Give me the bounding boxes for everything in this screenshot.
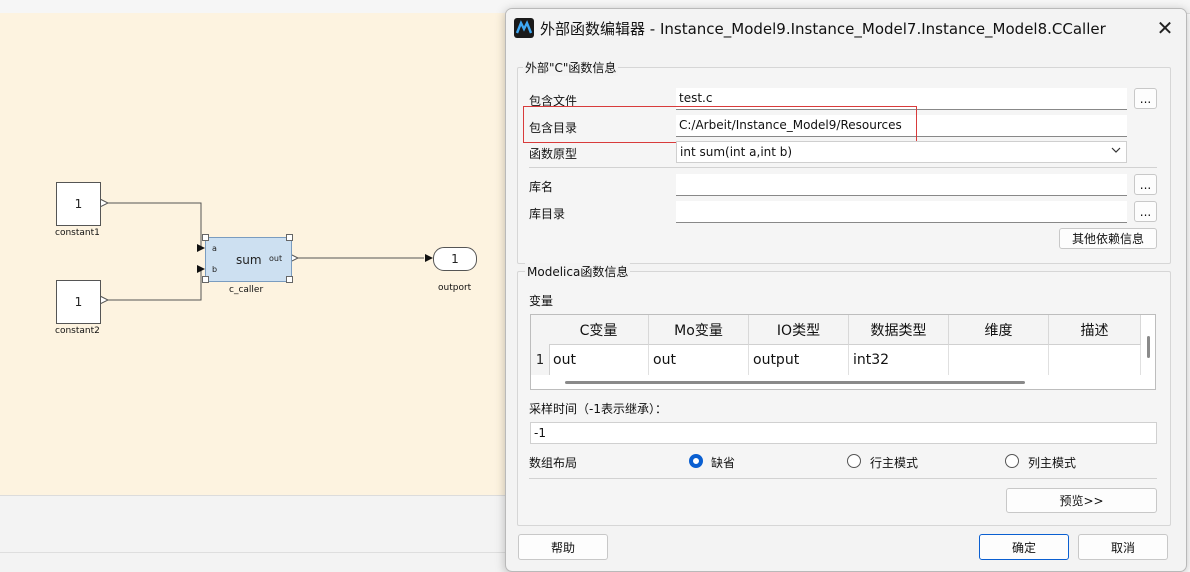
constant2-block[interactable]: 1 <box>56 280 101 324</box>
help-button[interactable]: 帮助 <box>518 534 608 560</box>
title-bar[interactable]: 外部函数编辑器 - Instance_Model9.Instance_Model… <box>506 9 1186 47</box>
sample-time-label: 采样时间（-1表示继承）： <box>529 402 667 416</box>
c-caller-label: c_caller <box>229 285 264 295</box>
port-a-label: a <box>212 244 217 253</box>
constant1-block[interactable]: 1 <box>56 182 101 226</box>
radio-default[interactable] <box>689 454 703 468</box>
close-icon[interactable]: ✕ <box>1152 15 1178 41</box>
vertical-scrollbar[interactable] <box>1147 336 1150 358</box>
include-file-browse-button[interactable]: ... <box>1134 88 1157 109</box>
port-b-label: b <box>212 265 218 274</box>
ok-button[interactable]: 确定 <box>979 534 1069 560</box>
radio-column-major-label[interactable]: 列主模式 <box>1028 454 1076 471</box>
lib-name-browse-button[interactable]: ... <box>1134 174 1157 195</box>
divider <box>529 167 1157 168</box>
cancel-button[interactable]: 取消 <box>1078 534 1168 560</box>
constant2-port-icon <box>99 295 110 305</box>
table-cell[interactable]: out <box>649 345 749 375</box>
dialog-title: 外部函数编辑器 - Instance_Model9.Instance_Model… <box>540 20 1106 38</box>
radio-row-major[interactable] <box>847 454 861 468</box>
external-function-editor-dialog: 外部函数编辑器 - Instance_Model9.Instance_Model… <box>505 8 1187 572</box>
preview-button[interactable]: 预览>> <box>1006 488 1157 513</box>
table-cell[interactable]: out <box>549 345 649 375</box>
column-header[interactable]: IO类型 <box>749 315 849 345</box>
app-logo-icon <box>514 18 534 38</box>
table-corner <box>531 315 550 346</box>
resize-handle[interactable] <box>286 234 293 241</box>
lib-dir-browse-button[interactable]: ... <box>1134 201 1157 222</box>
variables-table[interactable]: C变量 Mo变量 IO类型 数据类型 维度 描述 1 out out outpu… <box>530 314 1156 390</box>
resize-handle[interactable] <box>202 234 209 241</box>
wire-constant2 <box>108 268 202 301</box>
c-caller-block[interactable]: a b sum out <box>202 234 293 283</box>
lib-dir-field[interactable] <box>676 201 1127 223</box>
prototype-label: 函数原型 <box>529 147 578 161</box>
table-cell[interactable]: int32 <box>849 345 949 375</box>
table-cell[interactable] <box>1049 345 1141 375</box>
c-function-group-title: 外部"C"函数信息 <box>523 59 619 76</box>
highlight-box <box>523 106 917 143</box>
column-header[interactable]: 描述 <box>1049 315 1141 345</box>
row-number: 1 <box>531 345 550 375</box>
lib-dir-label: 库目录 <box>529 207 566 221</box>
constant2-label: constant2 <box>55 326 100 336</box>
column-header[interactable]: C变量 <box>549 315 649 345</box>
prototype-dropdown[interactable]: int sum(int a,int b) <box>676 141 1127 163</box>
modelica-group-title: Modelica函数信息 <box>525 263 631 280</box>
outport-arrow-icon <box>425 254 433 262</box>
wire-constant1 <box>108 202 202 249</box>
outport-block[interactable]: 1 <box>433 247 477 271</box>
array-layout-label: 数组布局 <box>529 456 578 470</box>
radio-row-major-label[interactable]: 行主模式 <box>870 454 918 471</box>
constant2-value: 1 <box>74 295 83 309</box>
table-cell[interactable] <box>949 345 1049 375</box>
prototype-value: int sum(int a,int b) <box>680 145 793 159</box>
constant1-port-icon <box>99 198 110 208</box>
column-header[interactable]: Mo变量 <box>649 315 749 345</box>
sample-time-field[interactable]: -1 <box>530 422 1157 444</box>
chevron-down-icon[interactable] <box>1110 144 1122 159</box>
outport-label: outport <box>438 283 472 293</box>
resize-handle[interactable] <box>286 276 293 283</box>
variables-label: 变量 <box>529 294 554 308</box>
resize-handle[interactable] <box>202 276 209 283</box>
constant1-label: constant1 <box>55 228 100 238</box>
lib-name-field[interactable] <box>676 174 1127 196</box>
horizontal-scrollbar[interactable] <box>565 381 1025 384</box>
column-header[interactable]: 维度 <box>949 315 1049 345</box>
outport-value: 1 <box>451 252 459 266</box>
table-cell[interactable]: output <box>749 345 849 375</box>
other-dependencies-button[interactable]: 其他依赖信息 <box>1059 228 1157 249</box>
column-header[interactable]: 数据类型 <box>849 315 949 345</box>
caller-function-name: sum <box>236 253 262 267</box>
radio-default-label[interactable]: 缺省 <box>711 454 735 471</box>
lib-name-label: 库名 <box>529 180 554 194</box>
divider <box>529 478 1157 479</box>
constant1-value: 1 <box>74 197 83 211</box>
radio-column-major[interactable] <box>1005 454 1019 468</box>
port-out-label: out <box>269 254 283 263</box>
